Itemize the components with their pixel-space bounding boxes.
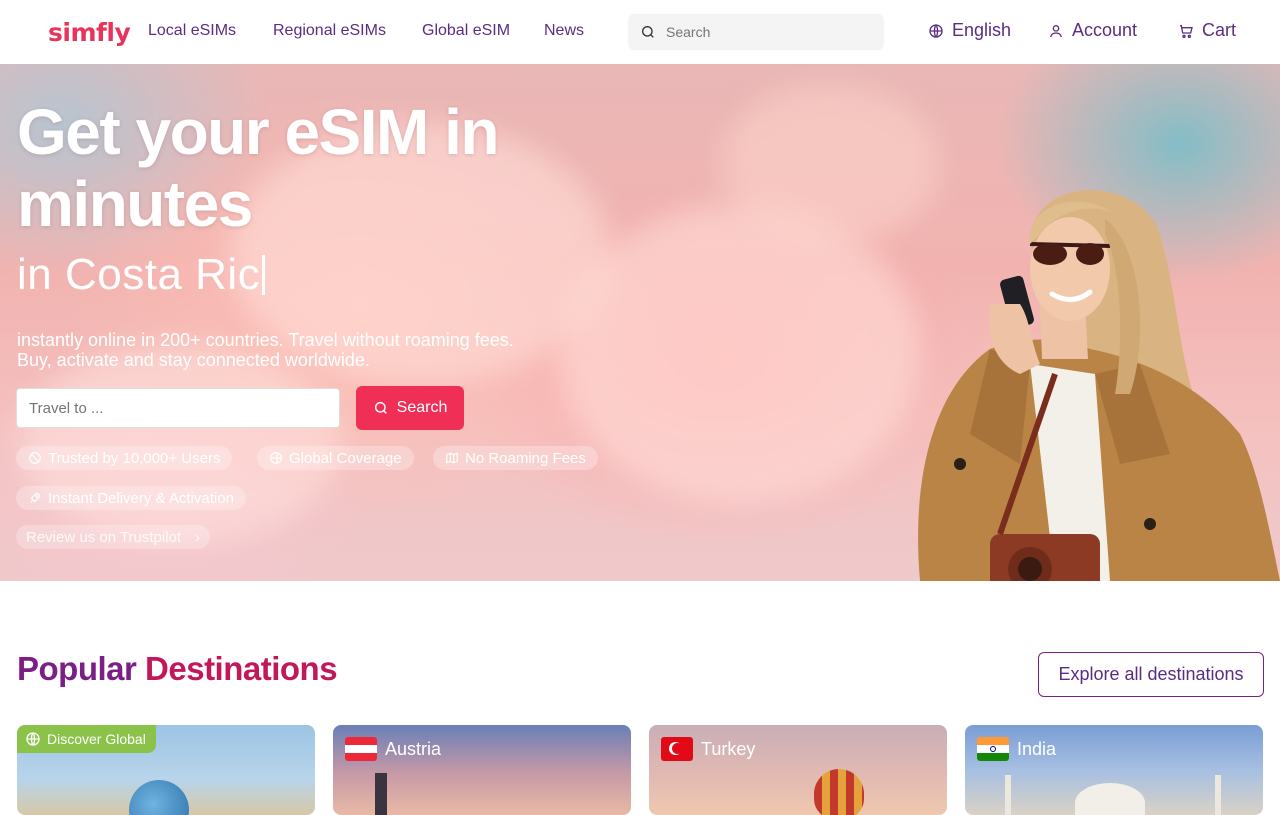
- search-button[interactable]: Search: [356, 386, 464, 430]
- austria-name: Austria: [385, 738, 442, 759]
- typing-caret: [262, 255, 266, 295]
- simfly-logo[interactable]: simfly: [48, 18, 131, 47]
- cart-icon: [1180, 24, 1193, 38]
- turkey-name: Turkey: [701, 738, 756, 759]
- chevron-right-icon: ›: [195, 528, 201, 546]
- map-icon: [446, 452, 458, 464]
- language-selector[interactable]: English: [928, 20, 1011, 41]
- minaret-right: [1215, 775, 1221, 815]
- cart-label: Cart: [1202, 20, 1237, 40]
- popular-destinations-title: Popular Destinations: [17, 650, 338, 688]
- badge-trusted-label: Trusted by 10,000+ Users: [48, 449, 221, 467]
- hot-air-balloon-illustration: [814, 769, 864, 815]
- hero-subtitle-text: in Costa Ric: [17, 250, 261, 299]
- nav-regional-esims[interactable]: Regional eSIMs: [273, 22, 386, 40]
- cart-link[interactable]: Cart: [1178, 20, 1236, 41]
- badge-global-coverage: Global Coverage: [257, 446, 414, 470]
- india-name: India: [1017, 738, 1057, 759]
- nav-global-esim[interactable]: Global eSIM: [422, 22, 510, 40]
- minaret-left: [1005, 775, 1011, 815]
- user-icon: [1050, 24, 1062, 37]
- rocket-icon: [30, 492, 41, 503]
- badge-global-coverage-label: Global Coverage: [289, 449, 402, 467]
- destination-card-turkey[interactable]: Turkey: [649, 725, 947, 815]
- hero-title: Get your eSIM in minutes: [17, 96, 499, 240]
- hero-description-line1: instantly online in 200+ countries. Trav…: [17, 330, 514, 350]
- popular-title-part1: Popular: [17, 650, 137, 687]
- account-link[interactable]: Account: [1048, 20, 1137, 41]
- discover-global-tag: Discover Global: [17, 725, 156, 753]
- globe-illustration: [129, 780, 189, 815]
- badge-no-roaming-label: No Roaming Fees: [465, 449, 586, 467]
- india-flag-icon: [977, 737, 1009, 761]
- popular-title-part2: Destinations: [145, 650, 338, 687]
- nav-news[interactable]: News: [544, 22, 584, 40]
- woman-with-phone-image: [918, 190, 1280, 581]
- austria-label: Austria: [345, 737, 441, 761]
- destination-card-global[interactable]: Discover Global: [17, 725, 315, 815]
- hero-description-line2: Buy, activate and stay connected worldwi…: [17, 350, 370, 370]
- globe-icon: [270, 452, 282, 464]
- destination-card-austria[interactable]: Austria: [333, 725, 631, 815]
- hero-description: instantly online in 200+ countries. Trav…: [17, 330, 617, 370]
- trustpilot-review-link[interactable]: Review us on Trustpilot ›: [16, 525, 211, 549]
- globe-icon: [929, 23, 943, 38]
- search-button-label: Search: [396, 399, 448, 416]
- explore-all-destinations-button[interactable]: Explore all destinations: [1038, 652, 1264, 697]
- header-search-input[interactable]: [666, 24, 866, 40]
- verified-icon: [29, 452, 41, 464]
- globe-icon: [26, 732, 40, 746]
- india-label: India: [977, 737, 1056, 761]
- trustpilot-label: Review us on Trustpilot: [26, 528, 182, 546]
- destination-card-india[interactable]: India: [965, 725, 1263, 815]
- travel-destination-input[interactable]: [16, 388, 340, 428]
- austria-flag-icon: [345, 737, 377, 761]
- account-label: Account: [1072, 20, 1138, 40]
- search-icon: [642, 26, 654, 38]
- site-header: simfly Local eSIMs Regional eSIMs Global…: [0, 0, 1280, 64]
- discover-global-label: Discover Global: [47, 731, 146, 747]
- badge-no-roaming: No Roaming Fees: [433, 446, 598, 470]
- turkey-label: Turkey: [661, 737, 755, 761]
- badge-instant-delivery: Instant Delivery & Activation: [16, 486, 246, 510]
- turkey-flag-icon: [661, 737, 693, 761]
- church-tower-illustration: [375, 773, 387, 815]
- taj-mahal-illustration: [1075, 783, 1145, 815]
- hero-section: Get your eSIM in minutes in Costa Ric in…: [0, 64, 1280, 581]
- badge-trusted: Trusted by 10,000+ Users: [16, 446, 233, 470]
- search-icon: [374, 401, 387, 414]
- nav-local-esims[interactable]: Local eSIMs: [148, 22, 236, 40]
- language-label: English: [952, 20, 1012, 40]
- badge-instant-delivery-label: Instant Delivery & Activation: [48, 489, 234, 507]
- hero-subtitle: in Costa Ric: [17, 250, 266, 300]
- header-search[interactable]: [628, 14, 884, 50]
